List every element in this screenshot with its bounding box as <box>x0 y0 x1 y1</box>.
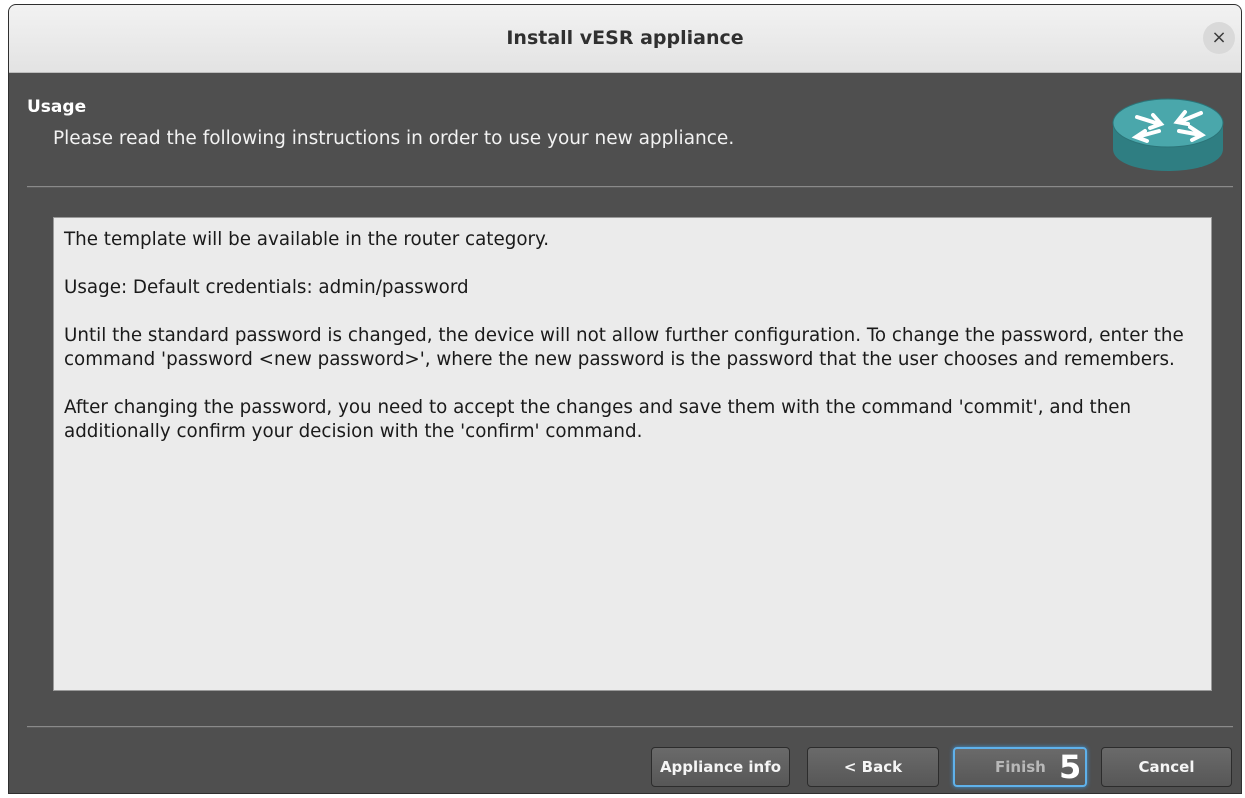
instruction-paragraph: The template will be available in the ro… <box>64 229 550 250</box>
close-icon: × <box>1211 27 1227 48</box>
instructions-text-area[interactable]: The template will be available in the ro… <box>53 217 1212 691</box>
footer-separator <box>27 726 1233 728</box>
title-bar[interactable]: Install vESR appliance × <box>9 5 1241 73</box>
instruction-paragraph: Until the standard password is changed, … <box>64 325 1184 370</box>
back-button[interactable]: < Back <box>807 747 939 787</box>
instruction-paragraph: Usage: Default credentials: admin/passwo… <box>64 277 469 298</box>
close-button[interactable]: × <box>1203 22 1235 54</box>
window-title: Install vESR appliance <box>506 27 744 49</box>
step-number-annotation: 5 <box>1059 748 1082 786</box>
cancel-button[interactable]: Cancel <box>1101 747 1232 787</box>
page-title: Usage <box>27 97 87 117</box>
page-subtitle: Please read the following instructions i… <box>53 128 735 149</box>
instruction-paragraph: After changing the password, you need to… <box>64 397 1132 442</box>
appliance-info-button[interactable]: Appliance info <box>651 747 790 787</box>
router-icon <box>1112 98 1224 171</box>
install-appliance-dialog: Install vESR appliance × Usage Please re… <box>8 4 1242 794</box>
header-separator <box>27 186 1233 188</box>
